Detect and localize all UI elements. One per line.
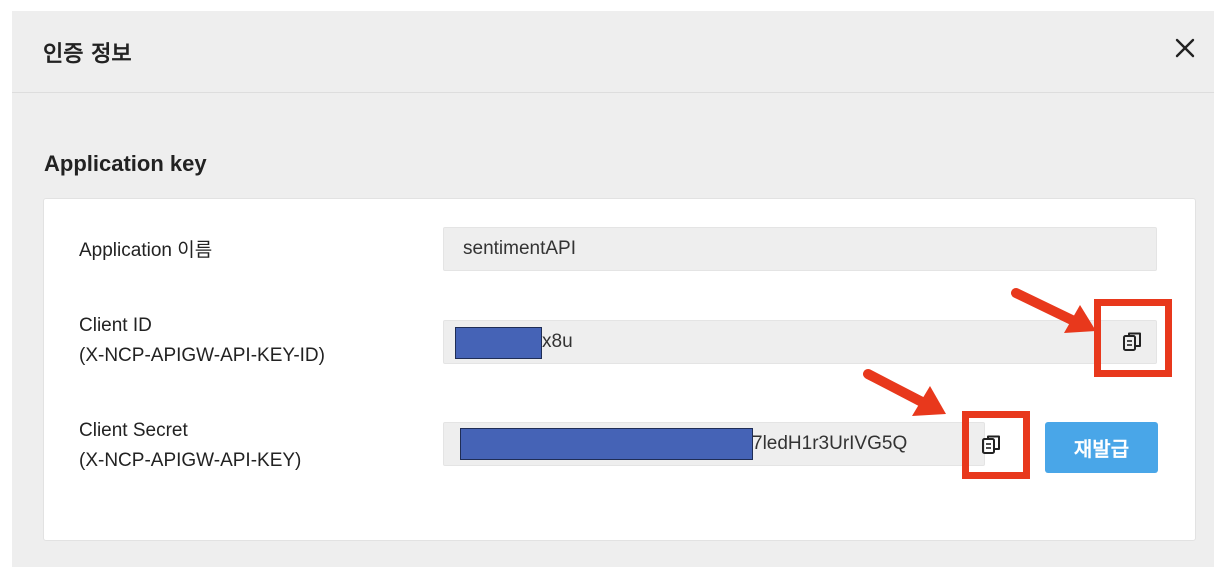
reissue-button[interactable]: 재발급 (1045, 422, 1158, 473)
client-secret-field[interactable]: 7ledH1r3UrIVG5Q (443, 422, 985, 466)
client-id-visible-value: x8u (542, 331, 573, 352)
highlight-box (962, 411, 1030, 479)
client-secret-visible-value: 7ledH1r3UrIVG5Q (752, 433, 908, 454)
redaction-mask (460, 428, 753, 460)
app-name-label: Application 이름 (79, 240, 213, 261)
arrow-icon (1011, 288, 1096, 333)
client-id-sublabel: (X-NCP-APIGW-API-KEY-ID) (79, 345, 325, 366)
client-secret-label: Client Secret (79, 420, 188, 441)
section-title: Application key (44, 151, 207, 176)
client-secret-label-group: Client Secret (X-NCP-APIGW-API-KEY) (79, 416, 301, 476)
highlight-box (1094, 299, 1172, 377)
dialog-title: 인증 정보 (43, 42, 132, 67)
client-id-label: Client ID (79, 315, 152, 336)
client-secret-sublabel: (X-NCP-APIGW-API-KEY) (79, 450, 302, 471)
redaction-mask (455, 327, 542, 359)
dialog-header: 인증 정보 (12, 11, 1214, 93)
app-name-field: sentimentAPI (443, 227, 1157, 271)
application-key-panel: Application 이름 sentimentAPI Client ID (X… (43, 198, 1196, 541)
client-id-label-group: Client ID (X-NCP-APIGW-API-KEY-ID) (79, 311, 325, 371)
close-icon[interactable] (1172, 35, 1198, 61)
arrow-icon (863, 369, 946, 416)
